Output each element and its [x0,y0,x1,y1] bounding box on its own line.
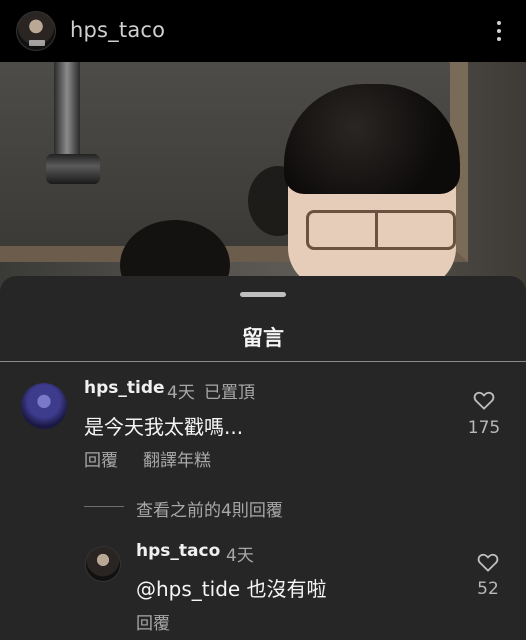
person-glasses [306,210,456,250]
post-photo [0,62,526,292]
top-bar: hps_taco [0,0,526,62]
replies-divider [84,506,124,507]
profile-username[interactable]: hps_taco [70,18,165,42]
divider [0,361,526,362]
reply-username[interactable]: hps_taco [136,541,220,561]
reply-text: @hps_tide 也沒有啦 [136,577,327,601]
comment-time: 4天 [167,383,195,403]
comment-like-count-wrap: 175 [462,416,506,438]
reply-button[interactable]: 回覆 [84,446,118,471]
heart-icon[interactable] [477,552,499,572]
like-count: 52 [477,579,499,599]
profile-avatar[interactable] [16,11,56,51]
reply-time: 4天 [226,546,254,566]
lamp-base [46,154,100,184]
comment-like[interactable] [464,390,504,410]
sheet-title: 留言 [242,326,284,350]
like-count: 175 [467,418,501,438]
reply-like-count-wrap: 52 [466,577,510,599]
reply-avatar[interactable] [85,546,121,582]
translate-button[interactable]: 翻譯年糕 [143,446,211,471]
more-options-icon[interactable] [486,14,512,48]
comment-text: 是今天我太戳嗎... [84,415,244,439]
drag-handle[interactable] [240,292,286,297]
reply-like[interactable] [468,552,508,572]
comment-username[interactable]: hps_tide [84,378,165,398]
reply-reply-button[interactable]: 回覆 [136,609,170,634]
view-previous-replies[interactable]: 查看之前的4則回覆 [136,496,283,521]
commenter-avatar[interactable] [21,383,67,429]
pinned-badge: 已置頂 [204,383,255,403]
comments-sheet: 留言 hps_tide 4天 已置頂 是今天我太戳嗎... 回覆 翻譯年糕 17… [0,276,526,640]
lamp [54,62,80,160]
heart-icon[interactable] [473,390,495,410]
